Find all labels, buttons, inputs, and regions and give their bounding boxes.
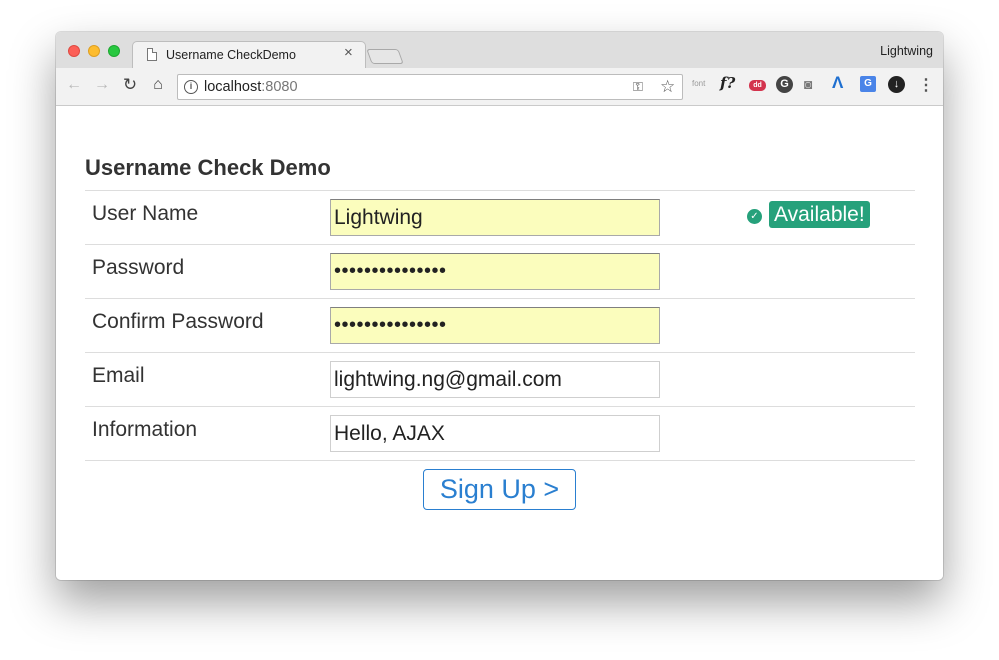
form-row-email: Email bbox=[85, 353, 915, 407]
lambda-extension-icon[interactable]: Λ bbox=[832, 73, 843, 93]
form-row-username: User Name ✓ Available! bbox=[85, 191, 915, 245]
download-extension-icon[interactable]: ↓ bbox=[888, 76, 905, 93]
camera-extension-icon[interactable]: ◙ bbox=[804, 76, 812, 92]
confirm-password-label: Confirm Password bbox=[92, 310, 264, 333]
email-input[interactable] bbox=[330, 361, 660, 398]
profile-name[interactable]: Lightwing bbox=[880, 44, 933, 58]
information-input[interactable] bbox=[330, 415, 660, 452]
page-content: Username Check Demo User Name ✓ Availabl… bbox=[56, 107, 943, 580]
minimize-window-button[interactable] bbox=[88, 45, 100, 57]
star-icon[interactable]: ☆ bbox=[660, 77, 675, 97]
form-row-confirm-password: Confirm Password bbox=[85, 299, 915, 353]
username-input[interactable] bbox=[330, 199, 660, 236]
url-text[interactable]: localhost:8080 bbox=[204, 79, 298, 95]
url-port: :8080 bbox=[261, 79, 298, 95]
key-icon[interactable]: ⚿ bbox=[633, 79, 643, 95]
tab-strip: Username CheckDemo × Lightwing bbox=[56, 32, 943, 68]
status-badge: Available! bbox=[769, 201, 870, 228]
close-window-button[interactable] bbox=[68, 45, 80, 57]
browser-toolbar: ← → ↻ ⌂ i localhost:8080 ⚿ ☆ font f? dd … bbox=[56, 68, 943, 106]
tab-close-icon[interactable]: × bbox=[344, 44, 353, 61]
url-host: localhost bbox=[204, 79, 262, 95]
home-icon[interactable]: ⌂ bbox=[148, 76, 168, 94]
tab-active[interactable]: Username CheckDemo × bbox=[132, 41, 366, 68]
back-arrow-icon[interactable]: ← bbox=[64, 76, 84, 94]
font-extension-icon[interactable]: font bbox=[692, 79, 705, 88]
menu-icon[interactable]: ⋮ bbox=[918, 75, 934, 95]
address-bar[interactable]: i localhost:8080 ⚿ ☆ bbox=[177, 74, 683, 100]
grammarly-extension-icon[interactable]: G bbox=[776, 76, 793, 93]
password-label: Password bbox=[92, 256, 185, 279]
forward-arrow-icon[interactable]: → bbox=[92, 76, 112, 94]
signup-form: User Name ✓ Available! Password Confirm … bbox=[85, 190, 915, 461]
dd-extension-icon[interactable]: dd bbox=[749, 80, 766, 91]
tab-title: Username CheckDemo bbox=[166, 48, 296, 62]
username-label: User Name bbox=[92, 202, 199, 225]
information-label: Information bbox=[92, 418, 198, 441]
translate-extension-icon[interactable]: G bbox=[860, 76, 876, 92]
whatfont-extension-icon[interactable]: f? bbox=[720, 74, 735, 92]
page-title: Username Check Demo bbox=[85, 155, 331, 180]
form-row-password: Password bbox=[85, 245, 915, 299]
form-row-information: Information bbox=[85, 407, 915, 461]
info-icon[interactable]: i bbox=[184, 80, 198, 94]
new-tab-button[interactable] bbox=[366, 49, 404, 64]
sign-up-button[interactable]: Sign Up > bbox=[423, 469, 576, 510]
page-icon bbox=[147, 48, 157, 61]
browser-window: Username CheckDemo × Lightwing ← → ↻ ⌂ i… bbox=[56, 32, 943, 580]
email-label: Email bbox=[92, 364, 145, 387]
reload-icon[interactable]: ↻ bbox=[120, 75, 140, 95]
password-input[interactable] bbox=[330, 253, 660, 290]
confirm-password-input[interactable] bbox=[330, 307, 660, 344]
maximize-window-button[interactable] bbox=[108, 45, 120, 57]
check-circle-icon: ✓ bbox=[747, 209, 762, 224]
